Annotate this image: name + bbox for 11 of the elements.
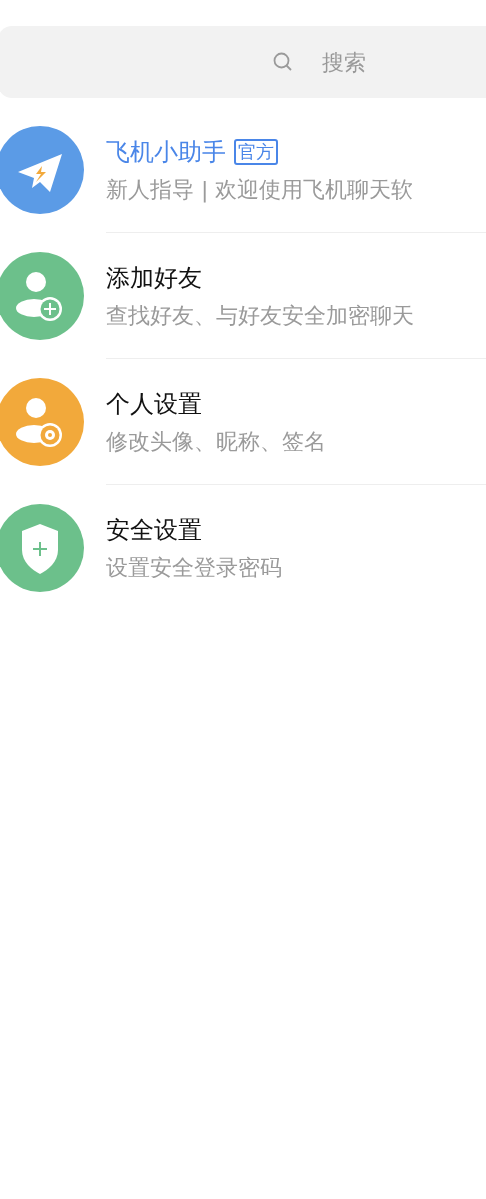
- official-badge: 官方: [234, 138, 278, 165]
- contact-subtitle: 查找好友、与好友安全加密聊天: [106, 301, 415, 330]
- search-field[interactable]: 搜索: [0, 26, 486, 98]
- contact-name: 添加好友: [106, 262, 202, 294]
- contact-name: 飞机小助手: [106, 136, 226, 168]
- contact-name: 个人设置: [106, 388, 202, 420]
- contact-subtitle: 修改头像、昵称、签名: [106, 427, 327, 456]
- contact-subtitle: 新人指导 | 欢迎使用飞机聊天软: [106, 175, 415, 204]
- contact-name: 安全设置: [106, 515, 202, 546]
- search-icon: [272, 51, 294, 73]
- contact-subtitle: 设置安全登录密码: [106, 554, 283, 582]
